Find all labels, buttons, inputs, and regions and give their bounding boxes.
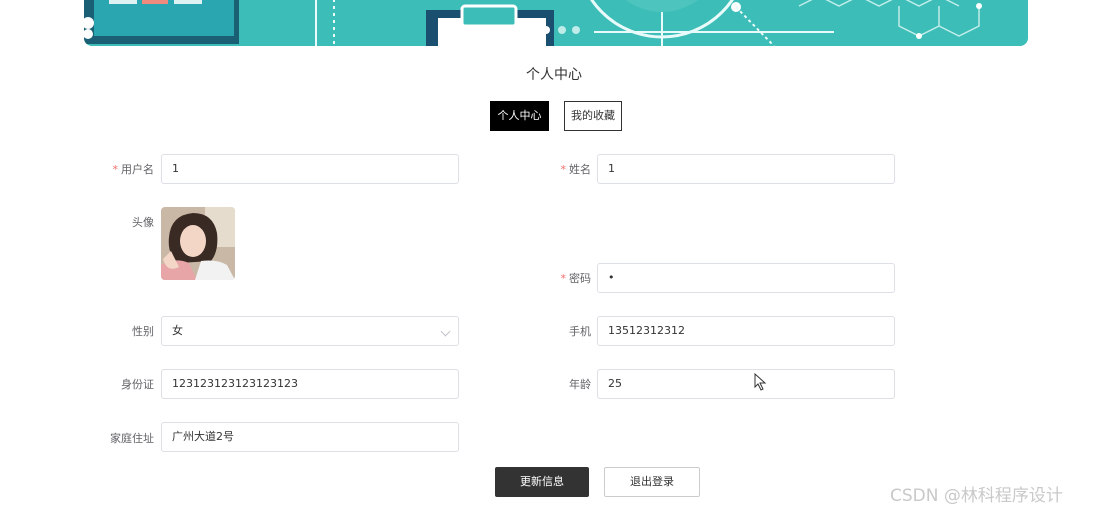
avatar-photo	[161, 207, 235, 280]
required-mark: *	[560, 163, 567, 176]
password-input[interactable]: •	[597, 263, 895, 293]
password-label: * 密码	[511, 270, 592, 286]
username-label-text: 用户名	[121, 163, 154, 176]
id-card-label: 身份证	[121, 378, 154, 391]
gender-value: 女	[172, 324, 183, 337]
page-title: 个人中心	[526, 67, 582, 83]
gender-select[interactable]: 女	[161, 316, 459, 346]
update-info-button[interactable]: 更新信息	[495, 467, 589, 497]
address-input[interactable]: 广州大道2号	[161, 422, 459, 452]
header-banner	[84, 0, 1028, 46]
gender-label: 性别	[132, 325, 154, 338]
name-label: * 姓名	[511, 161, 592, 177]
logout-button[interactable]: 退出登录	[604, 467, 700, 497]
avatar-label: 头像	[132, 216, 154, 229]
username-label: * 用户名	[74, 161, 155, 177]
phone-label: 手机	[569, 325, 591, 338]
username-input[interactable]: 1	[161, 154, 459, 184]
password-label-text: 密码	[569, 272, 591, 285]
tab-my-favorites[interactable]: 我的收藏	[564, 101, 622, 131]
tab-personal-center[interactable]: 个人中心	[490, 101, 549, 131]
name-input[interactable]: 1	[597, 154, 895, 184]
avatar-image[interactable]	[161, 207, 235, 280]
required-mark: *	[112, 163, 119, 176]
age-label: 年龄	[569, 378, 591, 391]
watermark-text: CSDN @林科程序设计	[890, 486, 1063, 506]
banner-illustration	[84, 0, 982, 46]
id-card-input[interactable]: 123123123123123123	[161, 369, 459, 399]
mouse-cursor-icon	[754, 372, 768, 395]
address-label: 家庭住址	[110, 432, 154, 445]
name-label-text: 姓名	[569, 163, 591, 176]
phone-input[interactable]: 13512312312	[597, 316, 895, 346]
age-input[interactable]: 25	[597, 369, 895, 399]
required-mark: *	[560, 272, 567, 285]
chevron-down-icon	[440, 326, 451, 337]
